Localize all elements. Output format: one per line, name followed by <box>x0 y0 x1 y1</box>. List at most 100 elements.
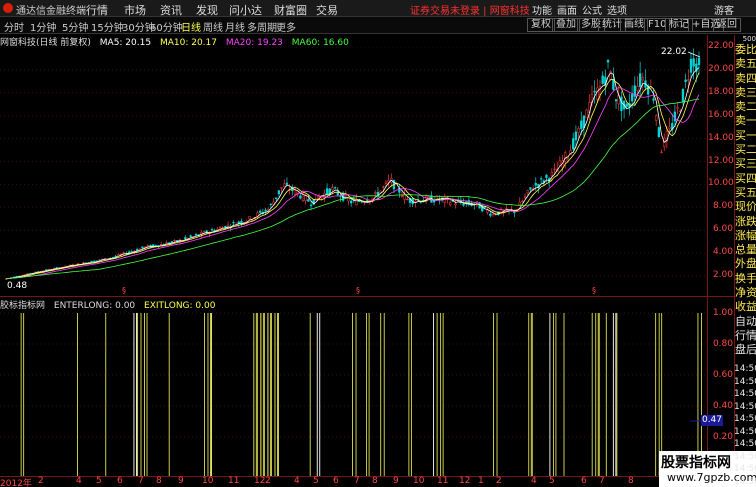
side-label[interactable]: 自动 <box>735 315 756 329</box>
period-1min[interactable]: 1分钟 <box>30 19 56 34</box>
event-marker[interactable]: § <box>356 286 360 295</box>
menu-wealth[interactable]: 财富圈 <box>274 2 307 18</box>
menu-quotes[interactable]: 行情 <box>86 2 108 18</box>
menu-ask[interactable]: 问小达 <box>229 2 262 18</box>
event-marker[interactable]: § <box>592 286 596 295</box>
signal-bar <box>267 313 271 476</box>
menu-options[interactable]: 选项 <box>607 2 627 17</box>
menu-formula[interactable]: 公式 <box>582 2 602 17</box>
side-label[interactable]: 涨跌 <box>735 215 756 229</box>
time-tick: 14:50 <box>734 414 756 424</box>
side-label[interactable]: 买五 <box>735 186 756 200</box>
period-monthly[interactable]: 月线 <box>225 19 245 34</box>
side-label[interactable]: 买二 <box>735 143 756 157</box>
candle <box>387 174 390 187</box>
period-60min[interactable]: 60分钟 <box>150 19 183 34</box>
price-tick: 20.00 <box>708 63 734 74</box>
candle <box>82 261 85 264</box>
signal-bar <box>144 313 148 476</box>
side-label[interactable]: 现价 <box>735 200 756 214</box>
date-tick: 5 <box>313 476 319 486</box>
side-label[interactable]: 卖二 <box>735 100 756 114</box>
candle <box>606 59 610 69</box>
side-label[interactable]: 卖四 <box>735 72 756 86</box>
candle <box>414 199 417 208</box>
period-weekly[interactable]: 周线 <box>203 19 223 34</box>
menu-market[interactable]: 市场 <box>124 2 146 18</box>
date-tick: 12 <box>459 476 471 486</box>
menu-screen[interactable]: 画面 <box>557 2 577 17</box>
side-label[interactable]: 外盘 <box>735 257 756 271</box>
price-chart[interactable]: § § § <box>0 47 708 295</box>
signal-tick: 0.40 <box>712 401 733 411</box>
menu-news[interactable]: 资讯 <box>160 2 182 18</box>
candle <box>655 113 658 127</box>
date-tick: 12 <box>254 476 266 486</box>
candle <box>152 244 155 247</box>
overlay-button[interactable]: 叠加 <box>552 18 580 32</box>
side-label[interactable]: 委比 <box>735 43 756 57</box>
candle <box>521 199 524 203</box>
candle <box>430 191 433 203</box>
candle <box>649 79 652 90</box>
price-tick: 16.00 <box>708 109 734 120</box>
candle <box>676 102 679 115</box>
price-tick: 2.00 <box>712 270 733 280</box>
side-label[interactable]: 换手 <box>735 272 756 286</box>
main-chart-header: 网窗科技(日线 前复权) MA5: 20.15 MA10: 20.17 MA20… <box>0 35 355 48</box>
candle <box>333 186 337 190</box>
ma10-line <box>5 72 700 280</box>
candle <box>291 184 294 196</box>
signal-chart[interactable] <box>0 310 708 476</box>
login-notice[interactable]: 证券交易未登录 | 网窗科技 <box>410 2 530 17</box>
side-label[interactable]: 涨幅 <box>735 229 756 243</box>
date-tick: 2 <box>265 476 271 486</box>
side-label[interactable]: 买一 <box>735 129 756 143</box>
candle <box>620 91 623 121</box>
date-tick: 8 <box>372 476 378 486</box>
signal-bar <box>274 313 278 476</box>
menu-discover[interactable]: 发现 <box>196 2 218 18</box>
period-5min[interactable]: 5分钟 <box>62 19 88 34</box>
time-tick: 14:50 <box>734 476 756 487</box>
side-label[interactable]: 卖五 <box>735 57 756 71</box>
candle <box>90 260 93 263</box>
adjust-button[interactable]: 复权 <box>527 18 555 32</box>
menu-functions[interactable]: 功能 <box>532 2 552 17</box>
side-label[interactable]: 收益 <box>735 300 756 314</box>
signal-bar <box>366 313 370 476</box>
ma60-line <box>5 98 700 280</box>
period-15min[interactable]: 15分钟 <box>91 19 124 34</box>
side-label[interactable]: 卖一 <box>735 114 756 128</box>
side-label[interactable]: 行情 <box>735 329 756 343</box>
side-label[interactable]: 买三 <box>735 157 756 171</box>
side-label[interactable]: 盘后 <box>735 343 756 357</box>
candle <box>572 132 575 152</box>
date-tick: 2 <box>496 476 502 486</box>
side-label[interactable]: 净资 <box>735 286 756 300</box>
candle <box>277 190 281 197</box>
candle <box>374 190 377 197</box>
period-daily[interactable]: 日线 <box>181 19 201 34</box>
period-time[interactable]: 分时 <box>4 19 24 34</box>
candle <box>684 73 687 89</box>
candle <box>325 183 329 198</box>
signal-bar <box>253 313 257 476</box>
candle <box>449 199 452 207</box>
side-label[interactable]: 卖三 <box>735 86 756 100</box>
side-label[interactable]: 买四 <box>735 172 756 186</box>
candle <box>240 218 243 227</box>
signal-tick: 0.80 <box>712 339 733 349</box>
user-label[interactable]: 游客 <box>714 2 734 17</box>
period-multi[interactable]: 多周期 <box>247 19 277 34</box>
period-more[interactable]: 更多 <box>276 19 296 34</box>
event-marker[interactable]: § <box>122 286 126 295</box>
candle <box>644 69 647 91</box>
candle <box>593 80 596 104</box>
side-label[interactable]: 总量 <box>735 243 756 257</box>
candle <box>614 99 618 110</box>
candle <box>601 71 604 85</box>
ma5-line <box>5 67 700 280</box>
menu-trade[interactable]: 交易 <box>316 2 338 18</box>
back-button[interactable]: 返回 <box>713 18 741 32</box>
